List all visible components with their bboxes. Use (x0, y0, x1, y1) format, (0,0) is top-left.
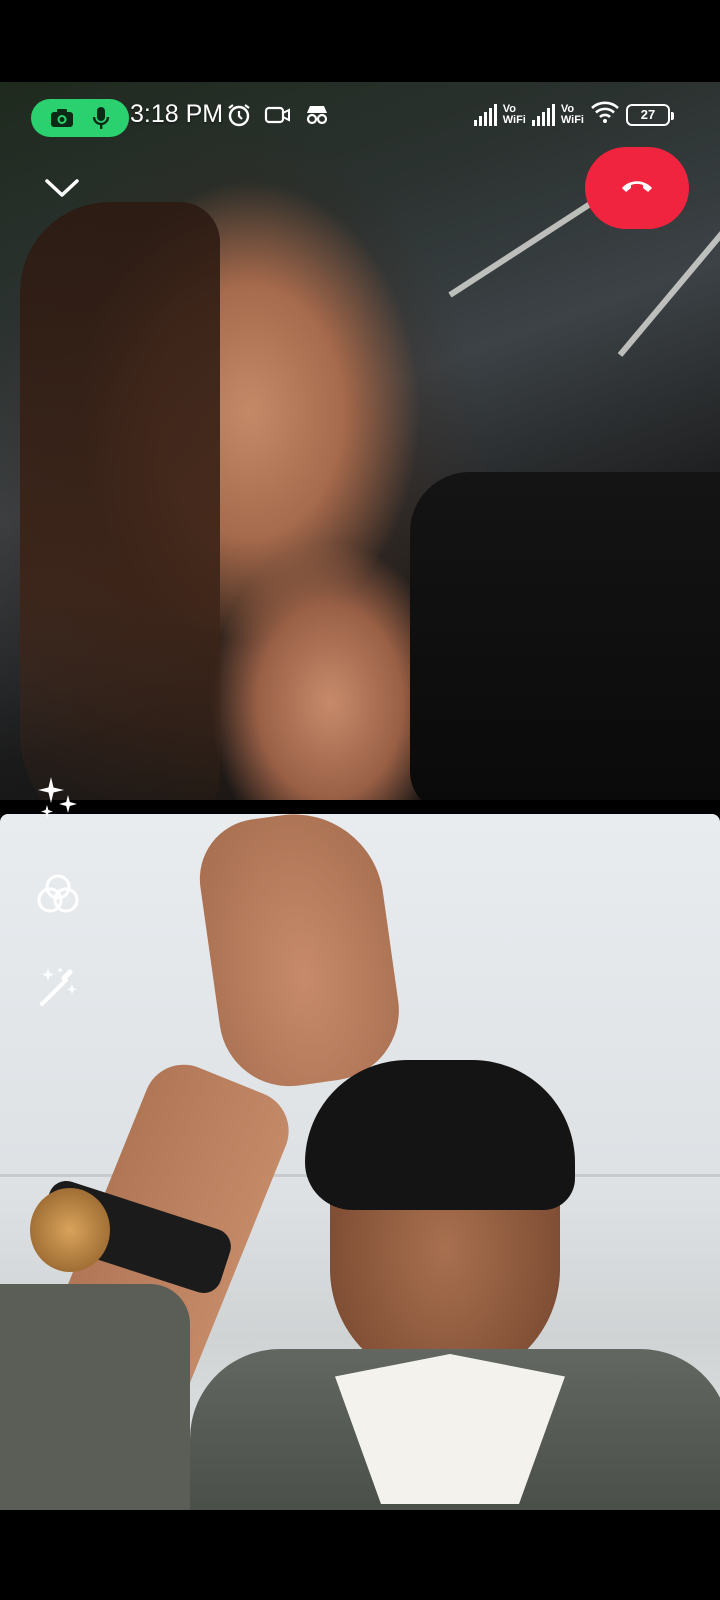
suit-sleeve (0, 1284, 190, 1510)
camera-in-use-icon (50, 108, 74, 128)
local-video[interactable] (0, 814, 720, 1510)
battery-icon: 27 (626, 103, 674, 126)
clock: 3:18 PM (130, 100, 224, 128)
background-road-line (617, 230, 720, 357)
remote-participant-hair (20, 202, 220, 800)
system-status-icons: Vo WiFi Vo WiFi 27 (473, 100, 674, 129)
minimize-call-button[interactable] (38, 166, 86, 214)
microphone-in-use-icon (92, 106, 110, 130)
chevron-down-icon (44, 177, 80, 204)
signal-icon (531, 103, 555, 126)
sparkle-effects-icon (35, 775, 81, 826)
notification-icons (226, 102, 330, 133)
remote-participant-jacket (410, 472, 720, 800)
wifi-icon (590, 100, 620, 129)
magic-wand-icon (34, 962, 82, 1015)
end-call-button[interactable] (585, 147, 689, 229)
phone-hangup-icon (620, 178, 654, 199)
effects-button[interactable] (30, 772, 86, 828)
vowifi-label: Vo WiFi (502, 102, 526, 126)
privacy-indicator-pill[interactable] (31, 99, 129, 137)
vowifi-label: Vo WiFi (560, 102, 584, 126)
local-participant-hair (305, 1060, 575, 1210)
video-icon (264, 105, 292, 130)
status-bar: 3:18 PM Vo WiFi Vo WiFi 27 (0, 94, 720, 140)
signal-icon (473, 103, 497, 126)
filters-button[interactable] (30, 868, 86, 924)
incognito-icon (304, 104, 330, 131)
filters-icon (34, 870, 82, 923)
wrist-watch-face (30, 1188, 110, 1272)
local-participant-hand (192, 814, 408, 1096)
retouch-button[interactable] (30, 960, 86, 1016)
alarm-icon (226, 102, 252, 133)
